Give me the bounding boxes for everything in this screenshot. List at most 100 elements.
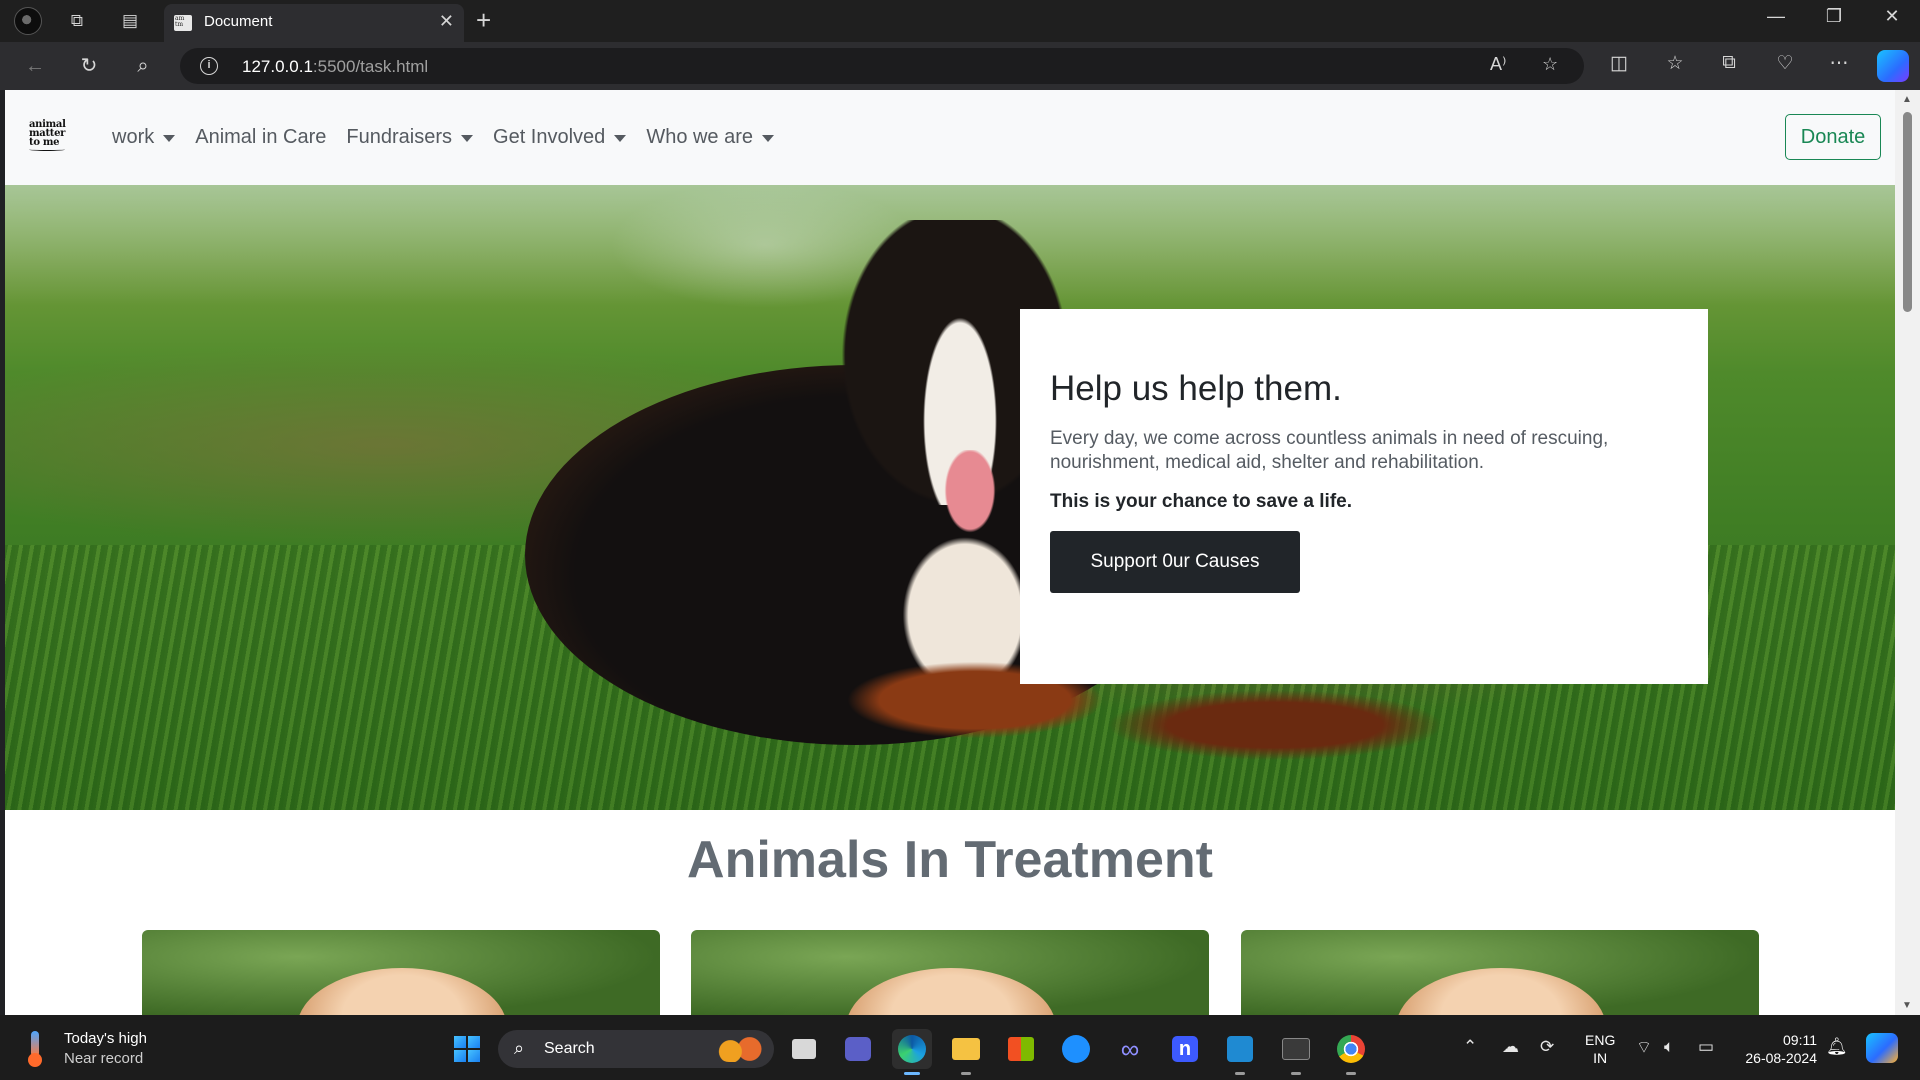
copilot-icon[interactable] bbox=[1877, 50, 1909, 82]
collections-icon[interactable]: ⧉ bbox=[1714, 52, 1744, 74]
site-info-icon[interactable]: i bbox=[200, 57, 218, 75]
refresh-icon[interactable]: ↻ bbox=[74, 52, 104, 80]
close-tab-icon[interactable]: ✕ bbox=[439, 11, 454, 32]
clock-date: 26-08-2024 bbox=[1745, 1050, 1817, 1066]
scroll-up-icon[interactable]: ▲ bbox=[1902, 94, 1912, 105]
vertical-tabs-icon[interactable]: ▤ bbox=[117, 8, 143, 34]
nav-label: Get Involved bbox=[493, 126, 606, 148]
page-viewport: animal matter to me work Animal in Care … bbox=[5, 90, 1895, 1015]
weather-thermometer-icon[interactable] bbox=[26, 1031, 46, 1067]
help-icon[interactable] bbox=[1056, 1029, 1096, 1069]
hero-tagline: This is your chance to save a life. bbox=[1050, 491, 1353, 512]
clock[interactable]: 09:11 26-08-2024 bbox=[1737, 1031, 1817, 1067]
url-text[interactable]: 127.0.0.1:5500/task.html bbox=[242, 57, 428, 77]
show-hidden-icons-icon[interactable]: ⌃ bbox=[1463, 1037, 1477, 1057]
search-icon: ⌕ bbox=[514, 1038, 525, 1058]
nav-item-fundraisers[interactable]: Fundraisers bbox=[346, 126, 474, 149]
page-scrollbar[interactable]: ▲ ▼ bbox=[1895, 90, 1920, 1015]
start-windows-icon[interactable] bbox=[454, 1036, 480, 1062]
browser-tab-bar: ⧉ ▤ am tm Document ✕ + — ❐ ✕ bbox=[0, 0, 1920, 42]
notion-icon[interactable]: n bbox=[1165, 1029, 1205, 1069]
nav-label: Animal in Care bbox=[195, 126, 327, 148]
nav-label: Fundraisers bbox=[346, 126, 453, 148]
onedrive-offline-icon[interactable]: ☁ bbox=[1502, 1037, 1519, 1057]
nav-links: work Animal in Care Fundraisers Get Invo… bbox=[112, 126, 794, 149]
caret-down-icon bbox=[461, 135, 474, 142]
copilot-taskbar-icon[interactable] bbox=[1866, 1033, 1898, 1063]
tab-favicon: am tm bbox=[174, 15, 192, 31]
profile-avatar[interactable] bbox=[14, 7, 42, 35]
volume-icon[interactable]: 🔈︎ bbox=[1664, 1037, 1674, 1057]
taskbar-search[interactable]: ⌕ Search bbox=[498, 1030, 774, 1068]
terminal-icon[interactable] bbox=[1276, 1029, 1316, 1075]
edge-icon[interactable] bbox=[892, 1029, 932, 1075]
animal-image bbox=[297, 968, 507, 1015]
favorite-star-icon[interactable]: ☆ bbox=[1542, 54, 1558, 75]
hero-card: Help us help them. Every day, we come ac… bbox=[1020, 309, 1708, 684]
weather-subtitle[interactable]: Near record bbox=[64, 1050, 143, 1067]
lang-region: IN bbox=[1593, 1050, 1608, 1066]
scroll-down-icon[interactable]: ▼ bbox=[1902, 1000, 1912, 1011]
address-bar[interactable]: i 127.0.0.1:5500/task.html A⁾ ☆ bbox=[180, 48, 1584, 84]
tab-document[interactable]: am tm Document ✕ bbox=[164, 4, 464, 42]
animal-image bbox=[846, 968, 1056, 1015]
animal-card[interactable] bbox=[691, 930, 1209, 1015]
vscode-icon[interactable] bbox=[1220, 1029, 1260, 1075]
nav-item-work[interactable]: work bbox=[112, 126, 176, 149]
animal-card[interactable] bbox=[142, 930, 660, 1015]
close-window-icon[interactable]: ✕ bbox=[1872, 6, 1912, 27]
read-aloud-icon[interactable]: A⁾ bbox=[1490, 54, 1506, 75]
notification-bell-icon[interactable]: 🔔︎ bbox=[1826, 1037, 1848, 1057]
logo-swoosh bbox=[29, 148, 65, 151]
chrome-icon[interactable] bbox=[1331, 1029, 1371, 1075]
nav-item-animal-in-care[interactable]: Animal in Care bbox=[195, 126, 326, 149]
windows-taskbar: Today's high Near record ⌕ Search ∞ n ⌃ … bbox=[0, 1015, 1920, 1080]
caret-down-icon bbox=[163, 135, 176, 142]
site-logo[interactable]: animal matter to me bbox=[29, 120, 69, 151]
animal-card[interactable] bbox=[1241, 930, 1759, 1015]
url-host: 127.0.0.1 bbox=[242, 57, 313, 76]
search-label: Search bbox=[544, 1040, 595, 1057]
tab-title: Document bbox=[204, 13, 273, 30]
nav-label: Who we are bbox=[646, 126, 754, 148]
caret-down-icon bbox=[614, 135, 627, 142]
donate-button[interactable]: Donate bbox=[1785, 114, 1881, 160]
nav-label: work bbox=[112, 126, 155, 148]
new-tab-button[interactable]: + bbox=[476, 6, 491, 34]
more-menu-icon[interactable]: ⋯ bbox=[1824, 52, 1854, 75]
scrollbar-thumb[interactable] bbox=[1903, 112, 1912, 312]
language-indicator[interactable]: ENG IN bbox=[1585, 1031, 1615, 1067]
search-icon[interactable]: ⌕ bbox=[128, 52, 158, 80]
workspaces-icon[interactable]: ⧉ bbox=[64, 8, 90, 34]
file-explorer-icon[interactable] bbox=[946, 1029, 986, 1075]
restore-icon[interactable]: ❐ bbox=[1814, 6, 1854, 27]
caret-down-icon bbox=[762, 135, 775, 142]
back-icon[interactable]: ← bbox=[20, 52, 50, 80]
search-highlight-icon bbox=[716, 1036, 764, 1062]
infinity-app-icon[interactable]: ∞ bbox=[1110, 1029, 1150, 1069]
browser-essentials-icon[interactable]: ♡ bbox=[1770, 52, 1800, 75]
microsoft-store-icon[interactable] bbox=[1001, 1029, 1041, 1069]
teams-icon[interactable] bbox=[838, 1029, 878, 1069]
animal-image bbox=[1396, 968, 1606, 1015]
split-screen-icon[interactable]: ◫ bbox=[1604, 52, 1634, 75]
support-causes-button[interactable]: Support 0ur Causes bbox=[1050, 531, 1300, 593]
site-navbar: animal matter to me work Animal in Care … bbox=[5, 90, 1895, 185]
minimize-icon[interactable]: — bbox=[1756, 6, 1796, 27]
weather-title[interactable]: Today's high bbox=[64, 1030, 147, 1047]
task-view-icon[interactable] bbox=[784, 1029, 824, 1069]
url-path: :5500/task.html bbox=[312, 57, 429, 76]
section-title: Animals In Treatment bbox=[687, 831, 1213, 889]
hero-title: Help us help them. bbox=[1050, 369, 1342, 408]
battery-icon[interactable]: ▭ bbox=[1698, 1037, 1714, 1057]
wifi-icon[interactable]: ⌔ bbox=[1636, 1037, 1652, 1058]
hero-text: Every day, we come across countless anim… bbox=[1050, 428, 1609, 473]
browser-toolbar: ← ↻ ⌕ i 127.0.0.1:5500/task.html A⁾ ☆ ◫ … bbox=[0, 42, 1920, 90]
sync-icon[interactable]: ⟳ bbox=[1540, 1037, 1554, 1057]
hero-banner: Help us help them. Every day, we come ac… bbox=[5, 185, 1895, 810]
lang-code: ENG bbox=[1585, 1032, 1616, 1048]
nav-item-get-involved[interactable]: Get Involved bbox=[493, 126, 627, 149]
nav-item-who-we-are[interactable]: Who we are bbox=[646, 126, 775, 149]
favorites-icon[interactable]: ☆ bbox=[1660, 52, 1690, 75]
logo-line-3: to me bbox=[29, 137, 60, 148]
